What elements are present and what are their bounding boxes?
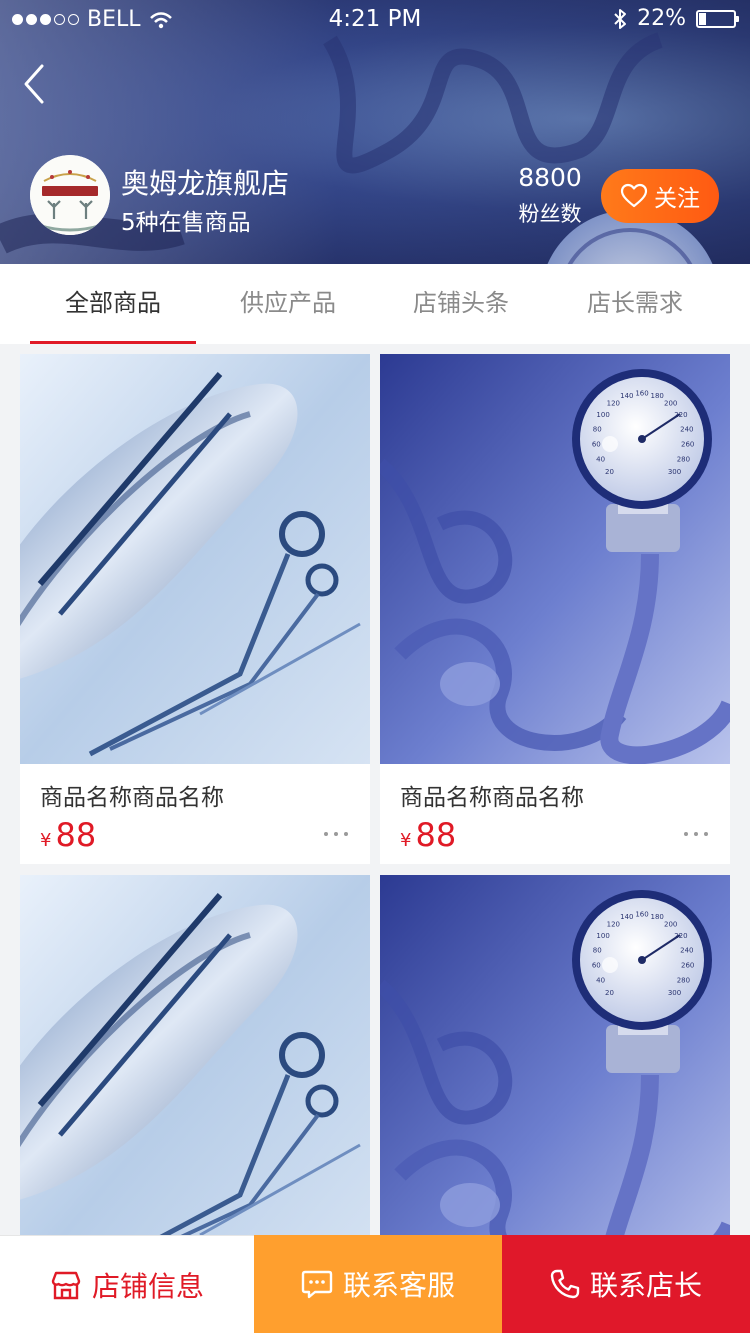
store-header: BELL 4:21 PM 22% 奥姆龙旗舰店 5种在售商品 8800 粉丝数 … — [0, 0, 750, 264]
tab-store-headlines[interactable]: 店铺头条 — [378, 264, 544, 344]
status-bar: BELL 4:21 PM 22% — [0, 0, 750, 40]
svg-text:140: 140 — [620, 392, 633, 400]
chat-bubble-icon — [301, 1270, 333, 1299]
more-options-icon[interactable] — [322, 830, 350, 838]
svg-text:240: 240 — [680, 425, 693, 433]
price-value: 88 — [415, 816, 457, 854]
battery-icon — [696, 9, 739, 28]
svg-text:80: 80 — [593, 946, 602, 954]
svg-text:60: 60 — [592, 962, 601, 970]
tab-all-products[interactable]: 全部商品 — [30, 264, 196, 344]
product-image-surgical-instruments — [20, 354, 370, 764]
svg-text:240: 240 — [680, 946, 693, 954]
svg-text:40: 40 — [596, 456, 605, 464]
svg-text:20: 20 — [605, 989, 614, 997]
contact-service-button[interactable]: 联系客服 — [254, 1235, 502, 1333]
svg-text:220: 220 — [674, 411, 687, 419]
contact-owner-button[interactable]: 联系店长 — [502, 1235, 750, 1333]
christmas-logo-image — [30, 155, 110, 235]
svg-text:80: 80 — [593, 425, 602, 433]
fans-count: 8800 — [518, 163, 582, 192]
bluetooth-icon — [614, 8, 627, 29]
price-value: 88 — [55, 816, 97, 854]
heart-icon — [620, 183, 648, 208]
product-price: ¥ 88 — [40, 816, 96, 854]
shop-icon — [51, 1271, 81, 1299]
more-options-icon[interactable] — [682, 830, 710, 838]
active-tab-indicator — [30, 341, 196, 344]
product-name: 商品名称商品名称 — [400, 785, 584, 811]
tab-owner-demands[interactable]: 店长需求 — [552, 264, 718, 344]
product-price: ¥ 88 — [400, 816, 456, 854]
svg-text:120: 120 — [607, 921, 620, 929]
svg-text:280: 280 — [677, 977, 690, 985]
svg-text:180: 180 — [651, 913, 664, 921]
currency-symbol: ¥ — [400, 830, 412, 851]
tab-supply-products[interactable]: 供应产品 — [205, 264, 371, 344]
svg-text:100: 100 — [596, 411, 609, 419]
bottom-action-bar: 店铺信息 联系客服 联系店长 — [0, 1235, 750, 1333]
product-card[interactable] — [20, 875, 370, 1235]
store-info-button[interactable]: 店铺信息 — [0, 1235, 254, 1333]
product-image-blood-pressure-gauge: 20 40 60 80 100 120 140 160 180 200 220 240 260 280 30… — [380, 354, 730, 764]
svg-text:220: 220 — [674, 932, 687, 940]
contact-service-label: 联系客服 — [342, 1269, 455, 1302]
svg-text:180: 180 — [651, 392, 664, 400]
svg-text:20: 20 — [605, 468, 614, 476]
store-info-label: 店铺信息 — [91, 1269, 204, 1303]
svg-text:100: 100 — [596, 932, 609, 940]
store-name: 奥姆龙旗舰店 — [121, 167, 290, 200]
follow-button[interactable]: 关注 — [601, 169, 719, 223]
svg-text:260: 260 — [681, 962, 694, 970]
svg-text:300: 300 — [668, 468, 681, 476]
battery-percent: 22% — [637, 6, 686, 31]
svg-text:300: 300 — [668, 989, 681, 997]
svg-text:200: 200 — [664, 400, 677, 408]
product-image-blood-pressure-gauge: 20 40 60 80 100 120 140 160 180 200 220 240 260 280 30… — [380, 875, 730, 1235]
store-avatar[interactable] — [30, 155, 110, 235]
currency-symbol: ¥ — [40, 830, 52, 851]
category-tabs: 全部商品 供应产品 店铺头条 店长需求 — [0, 264, 750, 344]
contact-owner-label: 联系店长 — [589, 1269, 702, 1302]
product-card[interactable]: 20 40 60 80 100 120 140 160 180 200 220 240 260 280 30… — [380, 354, 730, 864]
product-card[interactable]: 20 40 60 80 100 120 140 160 180 200 220 240 260 280 30… — [380, 875, 730, 1235]
store-product-count: 5种在售商品 — [121, 210, 251, 236]
svg-text:260: 260 — [681, 441, 694, 449]
svg-text:200: 200 — [664, 921, 677, 929]
product-image-surgical-instruments — [20, 875, 370, 1235]
back-icon[interactable] — [18, 62, 58, 106]
svg-text:160: 160 — [635, 390, 648, 398]
product-name: 商品名称商品名称 — [40, 785, 224, 811]
product-card[interactable]: 商品名称商品名称 ¥ 88 — [20, 354, 370, 864]
phone-icon — [550, 1269, 580, 1299]
svg-text:140: 140 — [620, 913, 633, 921]
svg-text:60: 60 — [592, 441, 601, 449]
fans-label: 粉丝数 — [518, 202, 582, 226]
svg-text:120: 120 — [607, 400, 620, 408]
follow-label: 关注 — [654, 186, 700, 212]
svg-text:40: 40 — [596, 977, 605, 985]
svg-text:160: 160 — [635, 911, 648, 919]
svg-text:280: 280 — [677, 456, 690, 464]
